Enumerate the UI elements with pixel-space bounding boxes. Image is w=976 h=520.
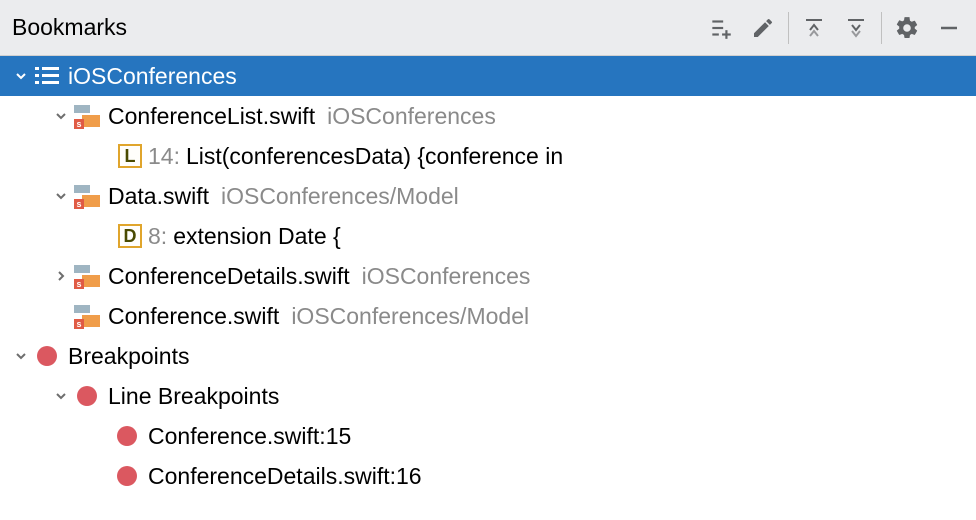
file-name: ConferenceList.swift — [108, 103, 315, 130]
swift-file-icon: s — [74, 103, 100, 129]
expand-all-button[interactable] — [793, 7, 835, 49]
edit-button[interactable] — [742, 7, 784, 49]
swift-file-icon: s — [74, 263, 100, 289]
file-path: iOSConferences/Model — [291, 303, 529, 330]
line-number: 8: — [148, 223, 167, 250]
breakpoint-label: Conference.swift:15 — [148, 423, 351, 450]
chevron-down-icon[interactable] — [50, 385, 72, 407]
file-name: Data.swift — [108, 183, 209, 210]
panel-title: Bookmarks — [12, 14, 700, 41]
group-label: iOSConferences — [68, 63, 237, 90]
file-path: iOSConferences/Model — [221, 183, 459, 210]
line-breakpoints-group[interactable]: Line Breakpoints — [0, 376, 976, 416]
mnemonic-badge: D — [118, 224, 142, 248]
minimize-button[interactable] — [928, 7, 970, 49]
bookmark-group-root[interactable]: iOSConferences — [0, 56, 976, 96]
file-node[interactable]: s ConferenceList.swift iOSConferences — [0, 96, 976, 136]
file-path: iOSConferences — [327, 103, 496, 130]
code-preview: extension Date { — [173, 223, 341, 250]
settings-button[interactable] — [886, 7, 928, 49]
code-preview: List(conferencesData) {conference in — [186, 143, 563, 170]
collapse-all-button[interactable] — [835, 7, 877, 49]
breakpoint-icon — [114, 463, 140, 489]
breakpoint-item[interactable]: ConferenceDetails.swift:16 — [0, 456, 976, 496]
swift-file-icon: s — [74, 303, 100, 329]
bookmark-line[interactable]: D 8: extension Date { — [0, 216, 976, 256]
arrow-placeholder — [50, 305, 72, 327]
line-number: 14: — [148, 143, 180, 170]
file-name: ConferenceDetails.swift — [108, 263, 350, 290]
chevron-down-icon[interactable] — [50, 105, 72, 127]
group-label: Breakpoints — [68, 343, 189, 370]
chevron-down-icon[interactable] — [10, 345, 32, 367]
group-label: Line Breakpoints — [108, 383, 279, 410]
breakpoints-group[interactable]: Breakpoints — [0, 336, 976, 376]
add-bookmark-button[interactable] — [700, 7, 742, 49]
toolbar — [700, 7, 970, 49]
toolbar-separator — [881, 12, 882, 44]
bookmark-line[interactable]: L 14: List(conferencesData) {conference … — [0, 136, 976, 176]
chevron-down-icon[interactable] — [50, 185, 72, 207]
swift-file-icon: s — [74, 183, 100, 209]
panel-header: Bookmarks — [0, 0, 976, 56]
file-node[interactable]: s Data.swift iOSConferences/Model — [0, 176, 976, 216]
breakpoint-icon — [74, 383, 100, 409]
file-node[interactable]: s ConferenceDetails.swift iOSConferences — [0, 256, 976, 296]
breakpoint-label: ConferenceDetails.swift:16 — [148, 463, 422, 490]
file-node[interactable]: s Conference.swift iOSConferences/Model — [0, 296, 976, 336]
bookmarks-panel: Bookmarks — [0, 0, 976, 520]
chevron-down-icon[interactable] — [10, 65, 32, 87]
breakpoint-item[interactable]: Conference.swift:15 — [0, 416, 976, 456]
mnemonic-badge: L — [118, 144, 142, 168]
file-name: Conference.swift — [108, 303, 279, 330]
breakpoint-icon — [114, 423, 140, 449]
toolbar-separator — [788, 12, 789, 44]
list-icon — [34, 63, 60, 89]
bookmark-tree[interactable]: iOSConferences s ConferenceList.swift iO… — [0, 56, 976, 520]
chevron-right-icon[interactable] — [50, 265, 72, 287]
breakpoint-icon — [34, 343, 60, 369]
file-path: iOSConferences — [362, 263, 531, 290]
